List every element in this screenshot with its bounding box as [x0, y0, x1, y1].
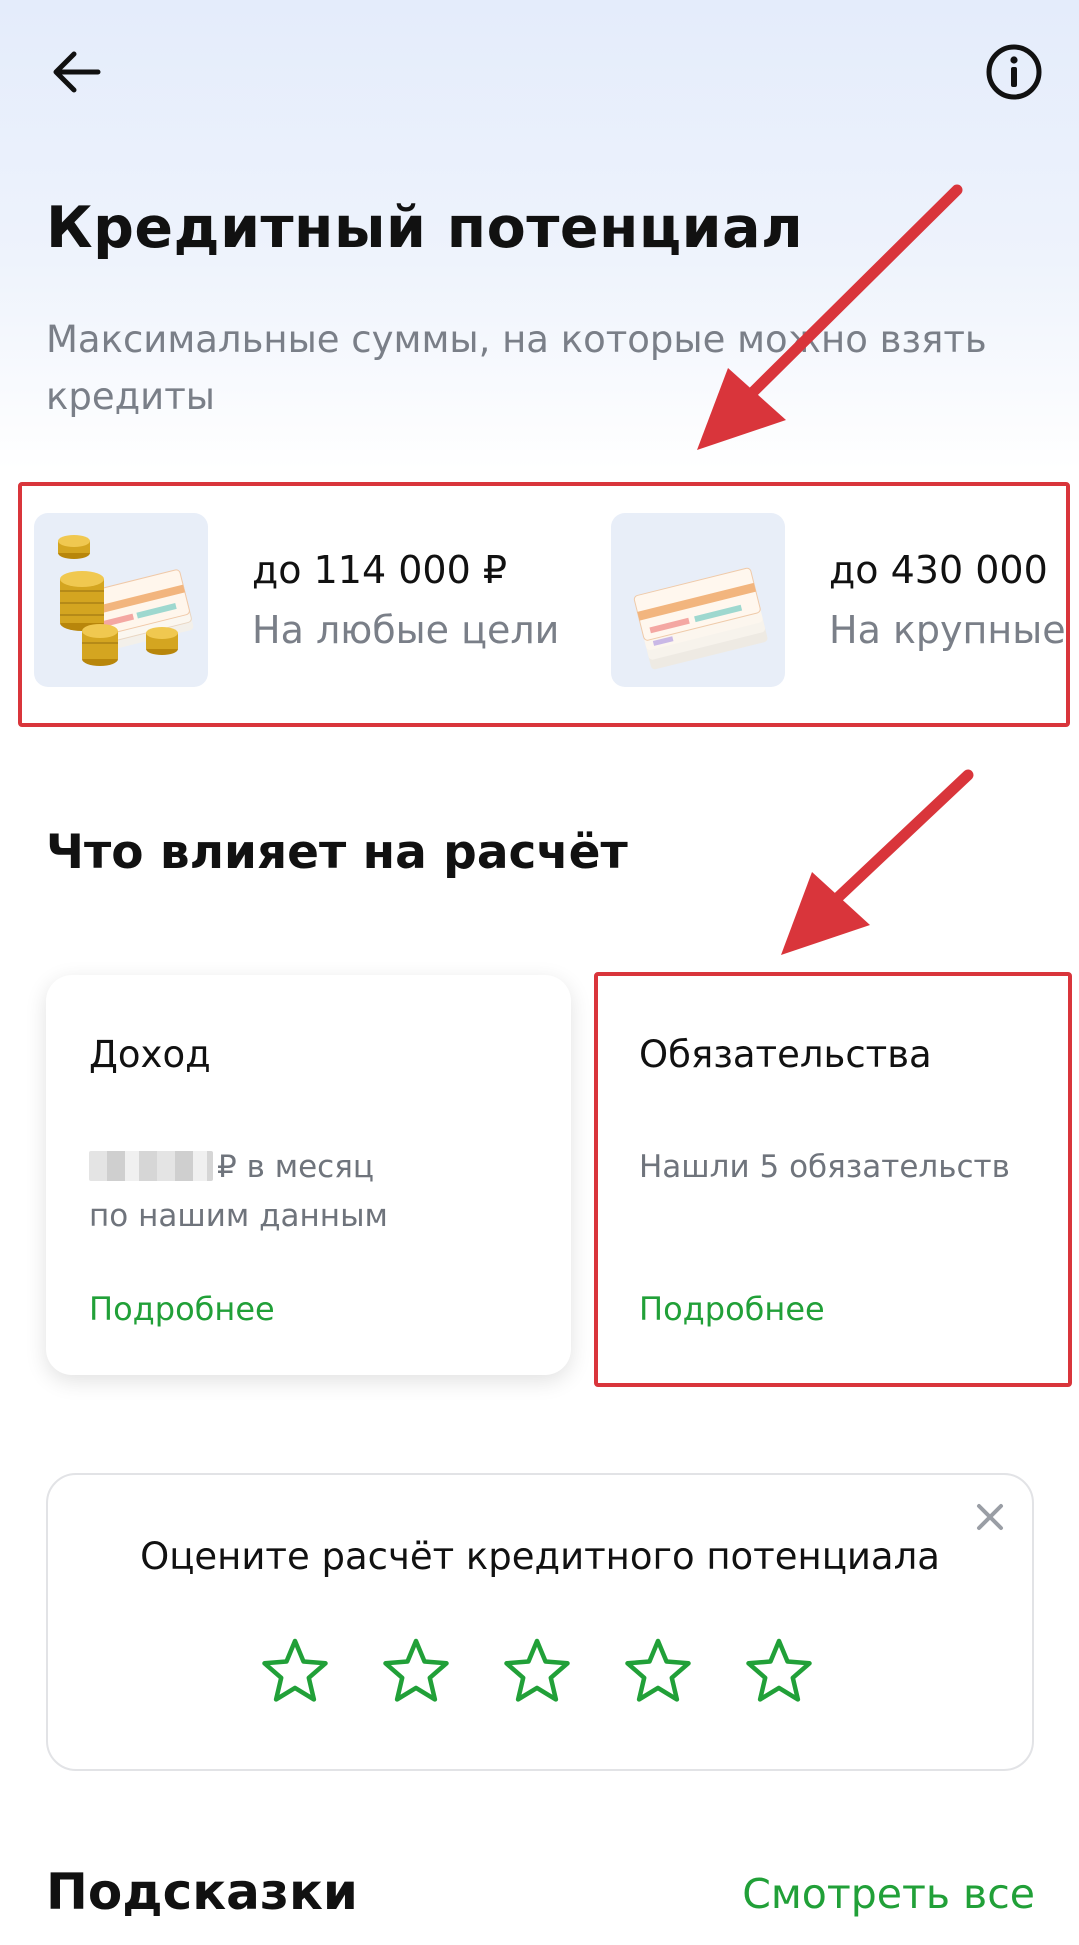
- rating-stars: [258, 1635, 816, 1709]
- obligations-card-title: Обязательства: [639, 1033, 932, 1076]
- see-all-hints-link[interactable]: Смотреть все: [742, 1870, 1035, 1918]
- hints-title: Подсказки: [46, 1863, 358, 1921]
- annotation-arrow-icon: [781, 769, 974, 955]
- income-details-link[interactable]: Подробнее: [89, 1290, 275, 1328]
- rating-card: Оцените расчёт кредитного потенциала: [46, 1473, 1034, 1771]
- page-title: Кредитный потенциал: [46, 195, 804, 261]
- income-source-note: по нашим данным: [89, 1198, 388, 1234]
- star-rating-1-icon[interactable]: [258, 1635, 332, 1709]
- income-amount-suffix: ₽ в месяц: [217, 1149, 374, 1185]
- star-rating-5-icon[interactable]: [742, 1635, 816, 1709]
- info-button[interactable]: [978, 36, 1050, 108]
- star-rating-2-icon[interactable]: [379, 1635, 453, 1709]
- coins-and-banknotes-image: [34, 513, 208, 687]
- arrow-left-icon: [53, 51, 101, 93]
- close-icon: [977, 1504, 1003, 1530]
- income-card[interactable]: Доход ₽ в месяц по нашим данным Подробне…: [46, 975, 571, 1375]
- offer-amount: до 114 000 ₽: [252, 548, 507, 592]
- hidden-amount: [89, 1151, 213, 1181]
- rating-title: Оцените расчёт кредитного потенциала: [140, 1535, 940, 1578]
- obligations-card-description: Нашли 5 обязательств: [639, 1149, 1010, 1185]
- obligations-card[interactable]: Обязательства Нашли 5 обязательств Подро…: [597, 975, 1067, 1375]
- offer-card-large-purchases[interactable]: до 430 000 На крупные: [611, 512, 1066, 688]
- page-subtitle: Максимальные суммы, на которые можно взя…: [46, 318, 987, 418]
- rating-close-button[interactable]: [970, 1497, 1010, 1537]
- income-card-title: Доход: [89, 1033, 211, 1076]
- back-button[interactable]: [40, 36, 112, 108]
- section-title-factors: Что влияет на расчёт: [46, 825, 628, 880]
- credit-offers-carousel[interactable]: до 114 000 ₽ На любые цели до 430 000 На…: [20, 484, 1068, 719]
- obligations-details-link[interactable]: Подробнее: [639, 1290, 825, 1328]
- offer-purpose: На любые цели: [252, 608, 560, 652]
- offer-card-any-purpose[interactable]: до 114 000 ₽ На любые цели: [34, 512, 559, 688]
- income-card-description: ₽ в месяц по нашим данным: [89, 1143, 388, 1241]
- offer-purpose: На крупные: [829, 608, 1066, 652]
- star-rating-3-icon[interactable]: [500, 1635, 574, 1709]
- star-rating-4-icon[interactable]: [621, 1635, 695, 1709]
- offer-amount: до 430 000: [829, 548, 1048, 592]
- banknotes-stack-image: [611, 513, 785, 687]
- info-circle-icon: [986, 44, 1042, 100]
